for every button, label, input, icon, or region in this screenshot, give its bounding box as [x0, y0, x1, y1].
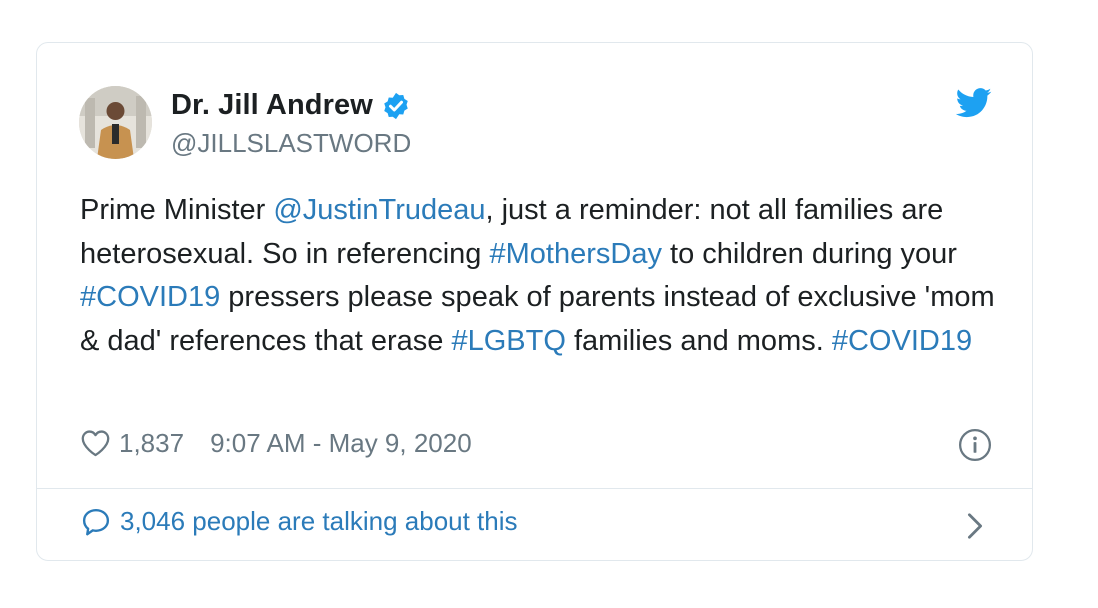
- conversation-link[interactable]: 3,046 people are talking about this: [80, 506, 518, 537]
- hashtag-link[interactable]: #LGBTQ: [451, 325, 565, 357]
- twitter-bird-icon[interactable]: [956, 88, 992, 118]
- mention-link[interactable]: @JustinTrudeau: [273, 194, 485, 226]
- avatar[interactable]: [79, 86, 152, 159]
- tweet-card: Dr. Jill Andrew @JILLSLASTWORD Prime Min…: [36, 42, 1033, 561]
- author-name-row: Dr. Jill Andrew: [171, 89, 411, 122]
- heart-icon[interactable]: [80, 429, 111, 457]
- tweet-text-segment: families and moms.: [565, 324, 832, 357]
- hashtag-link[interactable]: #COVID19: [832, 325, 972, 357]
- speech-bubble-icon: [82, 508, 110, 535]
- tweet-meta: 1,837 9:07 AM - May 9, 2020: [80, 423, 472, 463]
- tweet-timestamp[interactable]: 9:07 AM - May 9, 2020: [210, 428, 472, 459]
- verified-badge-icon: [384, 92, 408, 119]
- author-display-name[interactable]: Dr. Jill Andrew: [171, 89, 373, 122]
- info-icon[interactable]: [958, 428, 992, 462]
- tweet-text: Prime Minister @JustinTrudeau, just a re…: [80, 189, 1010, 363]
- tweet-text-segment: to children during your: [661, 237, 957, 270]
- author-handle[interactable]: @JILLSLASTWORD: [171, 128, 411, 159]
- like-count[interactable]: 1,837: [119, 428, 184, 459]
- hashtag-link[interactable]: #MothersDay: [489, 238, 661, 270]
- hashtag-link[interactable]: #COVID19: [80, 281, 220, 313]
- divider: [37, 488, 1032, 489]
- tweet-text-segment: Prime Minister: [80, 194, 274, 226]
- chevron-right-icon[interactable]: [966, 512, 984, 540]
- conversation-label: 3,046 people are talking about this: [120, 506, 518, 536]
